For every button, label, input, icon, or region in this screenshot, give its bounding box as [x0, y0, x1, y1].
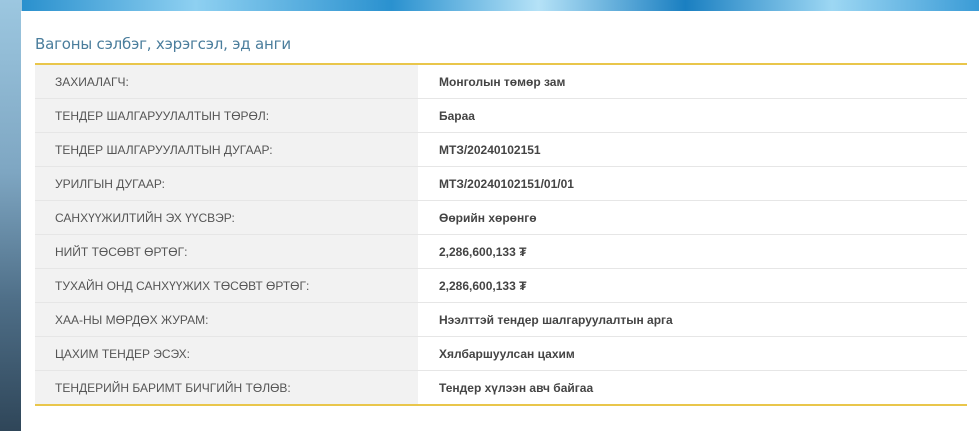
detail-row-annual-budget: ТУХАЙН ОНД САНХҮҮЖИХ ТӨСӨВТ ӨРТӨГ: 2,286…: [35, 269, 967, 303]
tender-detail-card: Вагоны сэлбэг, хэрэгсэл, эд анги ЗАХИАЛА…: [21, 11, 979, 431]
detail-label: НИЙТ ТӨСӨВТ ӨРТӨГ:: [35, 235, 418, 268]
detail-row-total-budget: НИЙТ ТӨСӨВТ ӨРТӨГ: 2,286,600,133 ₮: [35, 235, 967, 269]
detail-value: МТЗ/20240102151/01/01: [418, 167, 967, 200]
detail-value: 2,286,600,133 ₮: [418, 269, 967, 302]
detail-row-invitation-number: УРИЛГЫН ДУГААР: МТЗ/20240102151/01/01: [35, 167, 967, 201]
detail-label: ХАА-НЫ МӨРДӨХ ЖУРАМ:: [35, 303, 418, 336]
detail-row-customer: ЗАХИАЛАГЧ: Монголын төмөр зам: [35, 65, 967, 99]
detail-row-funding-source: САНХҮҮЖИЛТИЙН ЭХ ҮҮСВЭР: Өөрийн хөрөнгө: [35, 201, 967, 235]
detail-label: ТЕНДЕРИЙН БАРИМТ БИЧГИЙН ТӨЛӨВ:: [35, 371, 418, 404]
detail-label: ТЕНДЕР ШАЛГАРУУЛАЛТЫН ТӨРӨЛ:: [35, 99, 418, 132]
tender-details-table: ЗАХИАЛАГЧ: Монголын төмөр зам ТЕНДЕР ШАЛ…: [35, 63, 967, 406]
detail-label: УРИЛГЫН ДУГААР:: [35, 167, 418, 200]
detail-label: ТЕНДЕР ШАЛГАРУУЛАЛТЫН ДУГААР:: [35, 133, 418, 166]
detail-value: Нээлттэй тендер шалгаруулалтын арга: [418, 303, 967, 336]
detail-row-tender-number: ТЕНДЕР ШАЛГАРУУЛАЛТЫН ДУГААР: МТЗ/202401…: [35, 133, 967, 167]
detail-value: Тендер хүлээн авч байгаа: [418, 371, 967, 404]
detail-label: ТУХАЙН ОНД САНХҮҮЖИХ ТӨСӨВТ ӨРТӨГ:: [35, 269, 418, 302]
detail-row-tender-type: ТЕНДЕР ШАЛГАРУУЛАЛТЫН ТӨРӨЛ: Бараа: [35, 99, 967, 133]
detail-label: САНХҮҮЖИЛТИЙН ЭХ ҮҮСВЭР:: [35, 201, 418, 234]
detail-value: Монголын төмөр зам: [418, 65, 967, 98]
detail-value: Өөрийн хөрөнгө: [418, 201, 967, 234]
detail-value: МТЗ/20240102151: [418, 133, 967, 166]
detail-row-document-status: ТЕНДЕРИЙН БАРИМТ БИЧГИЙН ТӨЛӨВ: Тендер х…: [35, 371, 967, 404]
detail-label: ЗАХИАЛАГЧ:: [35, 65, 418, 98]
detail-value: Хялбаршуулсан цахим: [418, 337, 967, 370]
detail-row-procedure: ХАА-НЫ МӨРДӨХ ЖУРАМ: Нээлттэй тендер шал…: [35, 303, 967, 337]
detail-label: ЦАХИМ ТЕНДЕР ЭСЭХ:: [35, 337, 418, 370]
section-title: Вагоны сэлбэг, хэрэгсэл, эд анги: [35, 35, 291, 53]
detail-value: 2,286,600,133 ₮: [418, 235, 967, 268]
detail-row-e-tender: ЦАХИМ ТЕНДЕР ЭСЭХ: Хялбаршуулсан цахим: [35, 337, 967, 371]
detail-value: Бараа: [418, 99, 967, 132]
background-image-strip: [0, 0, 22, 431]
